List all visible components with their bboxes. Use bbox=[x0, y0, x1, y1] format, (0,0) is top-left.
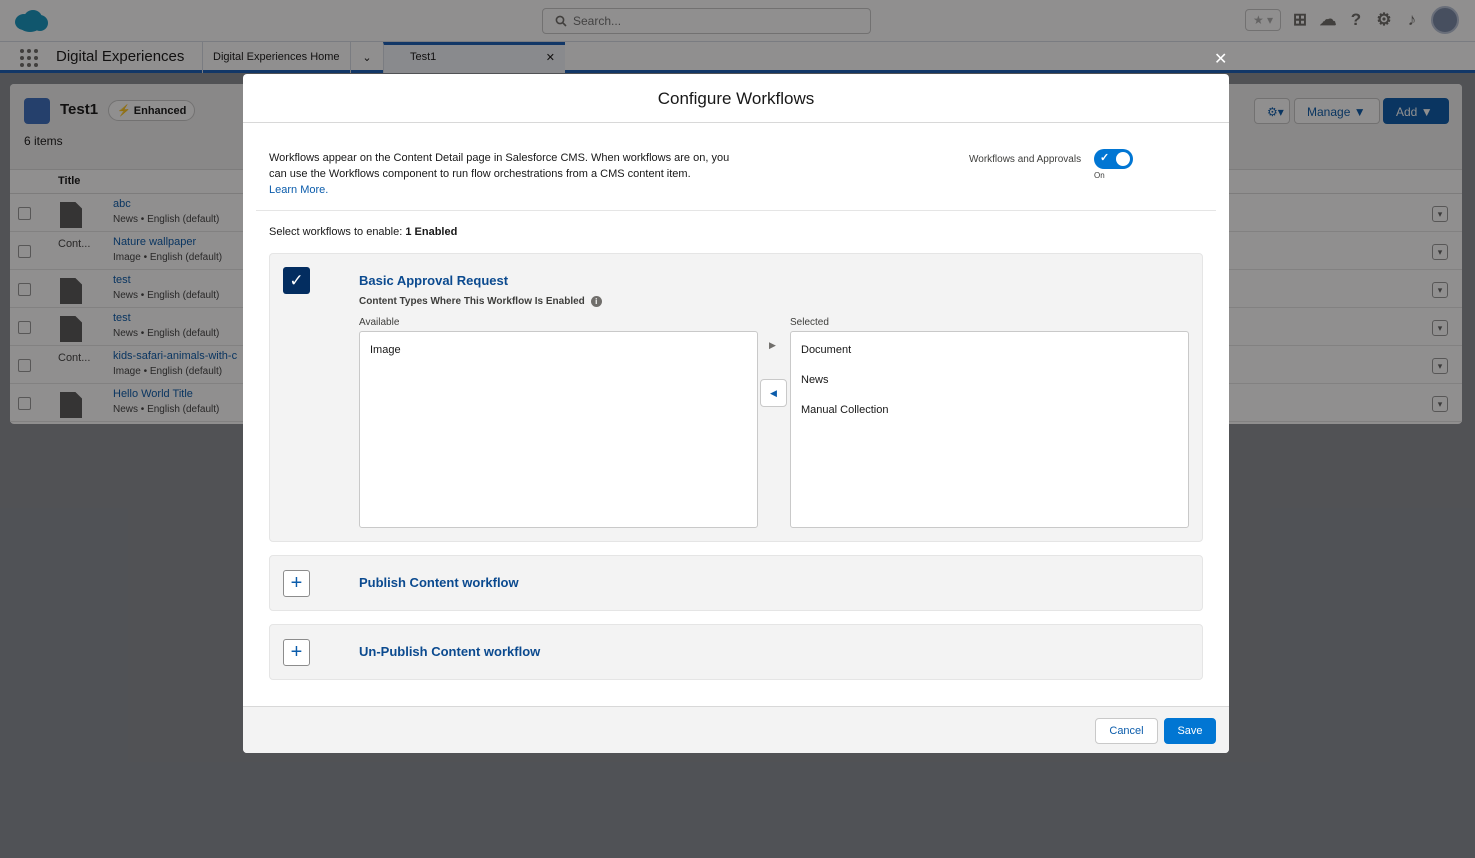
learn-more-link[interactable]: Learn More. bbox=[269, 182, 749, 198]
modal-footer: Cancel Save bbox=[243, 706, 1229, 753]
workflow-title: Un-Publish Content workflow bbox=[359, 644, 541, 659]
move-left-icon[interactable]: ◀ bbox=[760, 379, 787, 407]
select-workflows-info: Select workflows to enable: 1 Enabled bbox=[269, 226, 457, 238]
workflow-title: Basic Approval Request bbox=[359, 273, 509, 288]
intro-text: Workflows appear on the Content Detail p… bbox=[269, 150, 749, 198]
toggle-state: On bbox=[1094, 171, 1105, 180]
intro-description: Workflows appear on the Content Detail p… bbox=[269, 152, 730, 180]
plus-icon[interactable]: + bbox=[283, 570, 310, 597]
configure-workflows-modal: Configure Workflows Workflows appear on … bbox=[243, 74, 1229, 753]
move-right-icon[interactable]: ▶ bbox=[769, 340, 776, 351]
available-option[interactable]: Image bbox=[370, 344, 747, 374]
save-button[interactable]: Save bbox=[1164, 718, 1216, 744]
workflow-card-basic-approval: ✓ Basic Approval Request Content Types W… bbox=[269, 253, 1203, 542]
toggle-check-icon: ✓ bbox=[1100, 152, 1110, 164]
selected-option[interactable]: News bbox=[801, 374, 1178, 404]
selected-option[interactable]: Manual Collection bbox=[801, 404, 1178, 434]
plus-icon[interactable]: + bbox=[283, 639, 310, 666]
enabled-count: 1 Enabled bbox=[405, 226, 458, 238]
selected-option[interactable]: Document bbox=[801, 344, 1178, 374]
divider bbox=[256, 210, 1216, 211]
select-prefix: Select workflows to enable: bbox=[269, 226, 403, 238]
modal-title: Configure Workflows bbox=[243, 74, 1229, 123]
toggle-knob bbox=[1116, 152, 1130, 166]
content-types-text: Content Types Where This Workflow Is Ena… bbox=[359, 296, 585, 307]
workflows-toggle[interactable]: ✓ bbox=[1094, 149, 1133, 169]
available-listbox[interactable]: Image bbox=[359, 331, 758, 528]
cancel-button[interactable]: Cancel bbox=[1095, 718, 1158, 744]
workflow-card-publish: + Publish Content workflow bbox=[269, 555, 1203, 611]
workflow-card-unpublish: + Un-Publish Content workflow bbox=[269, 624, 1203, 680]
info-icon[interactable]: i bbox=[590, 296, 602, 307]
checkbox-checked-icon[interactable]: ✓ bbox=[283, 267, 310, 294]
content-types-label: Content Types Where This Workflow Is Ena… bbox=[359, 296, 602, 307]
selected-listbox[interactable]: Document News Manual Collection bbox=[790, 331, 1189, 528]
workflow-title: Publish Content workflow bbox=[359, 575, 519, 590]
close-icon[interactable]: ✕ bbox=[1214, 52, 1227, 68]
toggle-label: Workflows and Approvals bbox=[969, 154, 1082, 165]
available-label: Available bbox=[359, 317, 400, 328]
selected-label: Selected bbox=[790, 317, 829, 328]
